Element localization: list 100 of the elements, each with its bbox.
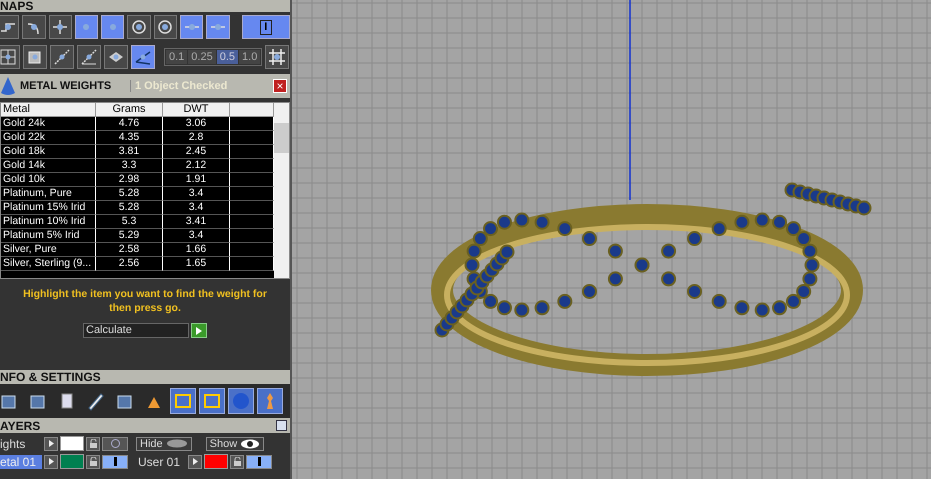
- table-cell: Gold 24k: [1, 117, 96, 131]
- column-header[interactable]: Metal: [1, 103, 96, 117]
- grid-icon: [268, 48, 286, 66]
- snap-button[interactable]: [104, 45, 128, 69]
- step-option[interactable]: 0.1: [166, 50, 188, 64]
- table-cell: Gold 18k: [1, 145, 96, 159]
- snap-button[interactable]: [154, 15, 177, 39]
- line-icon: [53, 48, 71, 66]
- go-button[interactable]: [191, 323, 207, 338]
- section-title: NAPS: [0, 0, 34, 12]
- table-cell: Silver, Pure: [1, 243, 96, 257]
- column-header[interactable]: Grams: [96, 103, 163, 117]
- minimize-button[interactable]: [276, 420, 287, 431]
- lock-button[interactable]: [230, 454, 244, 468]
- disc-icon: [166, 439, 188, 448]
- table-cell: [230, 187, 274, 201]
- padlock-icon: [88, 457, 98, 466]
- snap-button[interactable]: [50, 45, 74, 69]
- table-cell: [230, 201, 274, 215]
- step-option[interactable]: 1.0: [239, 50, 260, 64]
- table-cell: 5.28: [96, 201, 163, 215]
- play-icon: [48, 458, 54, 465]
- grid-snap-button[interactable]: [265, 45, 290, 69]
- play-icon: [196, 326, 202, 334]
- visibility-toggle[interactable]: [246, 454, 272, 468]
- snap-button[interactable]: [131, 45, 155, 69]
- grid-icon: [0, 48, 17, 66]
- table-cell: Platinum 5% Irid: [1, 229, 96, 243]
- table-cell: [230, 229, 274, 243]
- table-cell: 2.58: [96, 243, 163, 257]
- table-cell: [230, 243, 274, 257]
- snap-button[interactable]: [127, 15, 151, 39]
- table-cell: 2.56: [96, 257, 163, 271]
- hide-button[interactable]: Hide: [136, 436, 192, 450]
- table-cell: 5.3: [96, 215, 163, 229]
- snap-button[interactable]: [48, 15, 72, 39]
- padlock-icon: [232, 457, 242, 466]
- table-cell: Silver, Sterling (9...: [1, 257, 96, 271]
- column-header: [230, 103, 274, 117]
- visibility-toggle[interactable]: [102, 454, 128, 468]
- table-cell: 4.76: [96, 117, 163, 131]
- snap-button[interactable]: [101, 15, 124, 39]
- play-icon: [192, 458, 198, 465]
- table-cell: Gold 14k: [1, 159, 96, 173]
- table-cell: Platinum, Pure: [1, 187, 96, 201]
- step-option[interactable]: 0.25: [188, 50, 216, 64]
- pencil-icon: [86, 391, 106, 411]
- ring-icon: [131, 19, 148, 35]
- snap-button[interactable]: [23, 45, 47, 69]
- sphere-icon: [231, 391, 251, 411]
- visibility-toggle[interactable]: [102, 436, 128, 450]
- color-swatch[interactable]: [60, 454, 84, 469]
- close-button[interactable]: ×: [273, 79, 287, 93]
- table-cell: 5.29: [96, 229, 163, 243]
- table-cell: [230, 145, 274, 159]
- expand-button[interactable]: [188, 454, 202, 468]
- crosshair-icon: [52, 19, 68, 35]
- column-header[interactable]: DWT: [163, 103, 230, 117]
- eye-icon: [240, 438, 260, 448]
- section-title: NFO & SETTINGS: [0, 371, 101, 383]
- mode-button[interactable]: I: [242, 15, 290, 39]
- color-swatch[interactable]: [60, 436, 84, 451]
- section-title: METAL WEIGHTS: [20, 80, 131, 92]
- table-cell: [230, 117, 274, 131]
- snap-button[interactable]: [74, 15, 98, 39]
- table-cell: 5.28: [96, 187, 163, 201]
- color-swatch[interactable]: [204, 454, 228, 469]
- snap-button[interactable]: [0, 45, 20, 69]
- snap-button[interactable]: [77, 45, 101, 69]
- table-cell: [230, 131, 274, 145]
- expand-button[interactable]: [44, 436, 58, 450]
- table-cell: 3.81: [96, 145, 163, 159]
- layer-name[interactable]: ights: [0, 436, 42, 450]
- table-cell: 2.98: [96, 173, 163, 187]
- cone-icon: [0, 75, 16, 97]
- table-cell: Platinum 15% Irid: [1, 201, 96, 215]
- layer-name[interactable]: User 01: [138, 454, 186, 468]
- table-cell: Gold 10k: [1, 173, 96, 187]
- table-cell: [230, 257, 274, 271]
- snap-button[interactable]: [22, 15, 46, 39]
- step-option[interactable]: 0.5: [216, 50, 238, 64]
- action-field[interactable]: Calculate: [83, 323, 189, 338]
- snap-button[interactable]: [0, 15, 20, 39]
- table-cell: [230, 215, 274, 229]
- scrollbar[interactable]: [274, 103, 289, 278]
- table-cell: Platinum 10% Irid: [1, 215, 96, 229]
- lock-button[interactable]: [86, 454, 100, 468]
- table-cell: 4.35: [96, 131, 163, 145]
- show-button[interactable]: Show: [206, 436, 264, 450]
- snap-point-icon: [157, 19, 174, 35]
- line-icon: [80, 48, 98, 66]
- table-cell: [230, 173, 274, 187]
- lock-button[interactable]: [86, 436, 100, 450]
- table-cell: Gold 22k: [1, 131, 96, 145]
- hint-text: Highlight the item you want to find the weight for then press go.: [22, 287, 268, 315]
- section-title: AYERS: [0, 420, 40, 432]
- table-cell: 3.3: [96, 159, 163, 173]
- expand-button[interactable]: [44, 454, 58, 468]
- snap-button[interactable]: [180, 15, 204, 39]
- padlock-icon: [88, 439, 98, 448]
